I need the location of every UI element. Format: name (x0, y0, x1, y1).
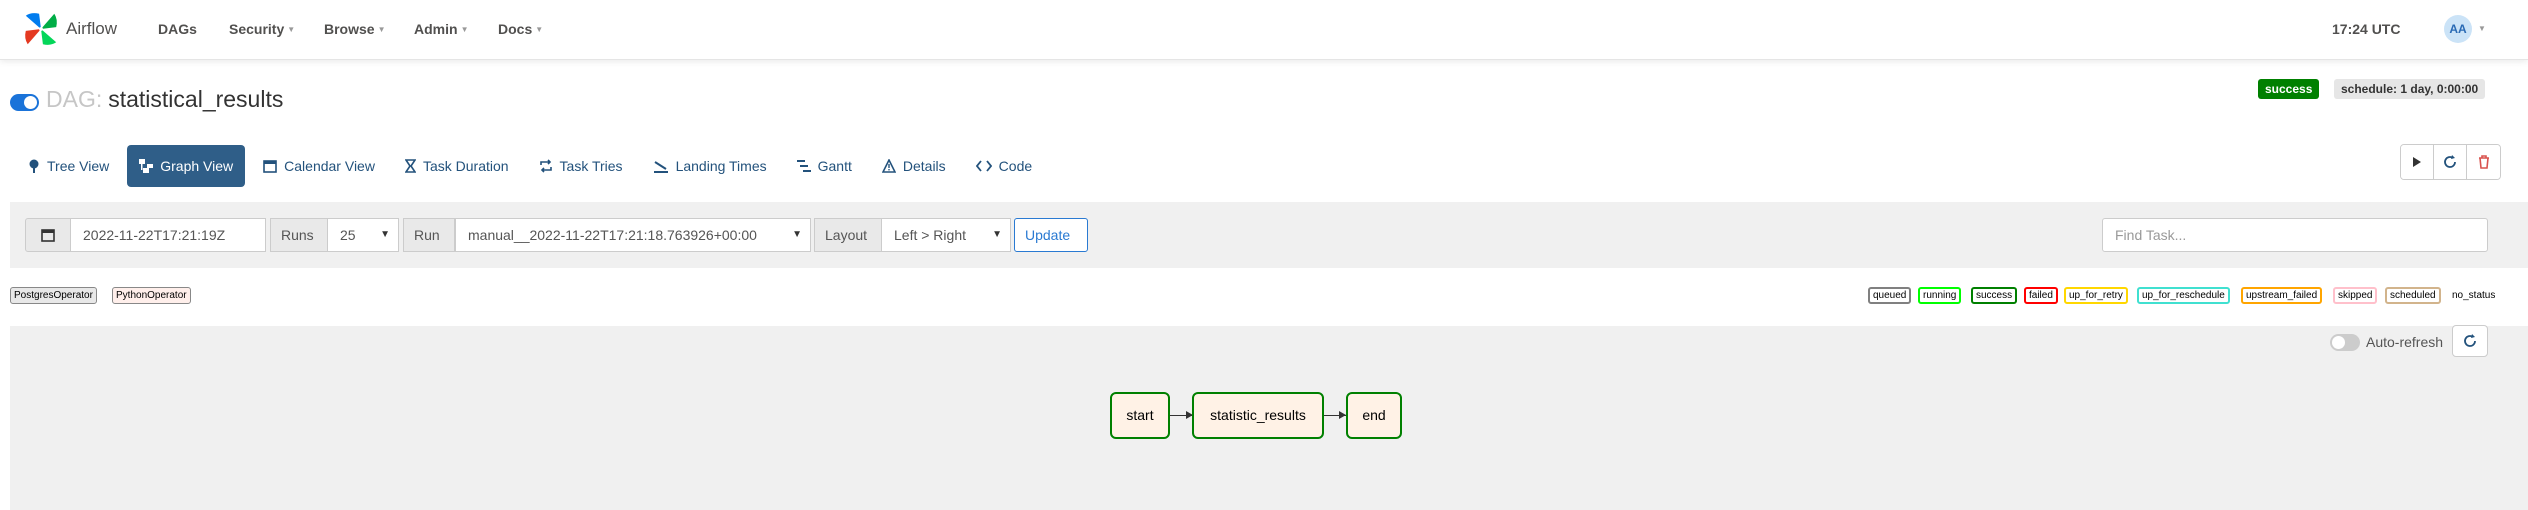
nav-browse[interactable]: Browse ▼ (324, 0, 386, 58)
refresh-dag-button[interactable] (2434, 145, 2467, 179)
schedule-badge: schedule: 1 day, 0:00:00 (2334, 79, 2486, 99)
task-node-start[interactable]: start (1110, 392, 1170, 439)
airflow-pinwheel-icon (25, 13, 57, 45)
calendar-icon (263, 160, 277, 173)
dag-name: statistical_results (108, 86, 284, 112)
arrow-icon (1339, 411, 1346, 419)
runs-select[interactable]: 25 ▼ (327, 218, 399, 252)
refresh-icon (2464, 334, 2476, 347)
operator-legend-python: PythonOperator (112, 287, 191, 304)
user-avatar[interactable]: AA (2444, 15, 2472, 43)
navbar: Airflow DAGs Security ▼ Browse ▼ Admin ▼ Do… (0, 0, 2528, 60)
tab-task-tries[interactable]: Task Tries (527, 145, 635, 187)
graph-refresh-button[interactable] (2452, 325, 2488, 357)
landing-icon (653, 161, 668, 173)
retry-icon (539, 159, 552, 173)
update-button[interactable]: Update (1014, 218, 1088, 252)
page-title: DAG: statistical_results (46, 86, 283, 113)
utc-clock[interactable]: 17:24 UTC (2332, 0, 2400, 58)
state-legend-upstream-failed: upstream_failed (2241, 287, 2323, 304)
state-legend-up-for-reschedule: up_for_reschedule (2137, 287, 2230, 304)
operator-legend-postgres: PostgresOperator (10, 287, 97, 304)
nav-docs[interactable]: Docs ▼ (498, 0, 543, 58)
layout-label: Layout (814, 218, 882, 252)
runs-label: Runs (270, 218, 328, 252)
play-icon (2413, 157, 2421, 167)
state-legend-queued: queued (1868, 287, 1912, 304)
tab-gantt[interactable]: Gantt (785, 145, 864, 187)
chevron-down-icon: ▼ (992, 229, 1002, 240)
task-node-statistic-results[interactable]: statistic_results (1192, 392, 1324, 439)
gantt-icon (796, 160, 811, 172)
tab-calendar-view[interactable]: Calendar View (251, 145, 387, 187)
run-select[interactable]: manual__2022-11-22T17:21:18.763926+00:00… (455, 218, 811, 252)
layout-select[interactable]: Left > Right ▼ (881, 218, 1011, 252)
run-label: Run (403, 218, 455, 252)
state-legend-failed: failed (2024, 287, 2058, 304)
nav-admin[interactable]: Admin ▼ (414, 0, 468, 58)
nav-dags[interactable]: DAGs (158, 0, 197, 58)
trash-icon (2478, 155, 2489, 169)
graph-icon (139, 159, 154, 173)
view-tabs: Tree View Graph View Calendar View Task … (16, 145, 1050, 187)
nav-security[interactable]: Security ▼ (229, 0, 295, 58)
status-badge: success (2258, 79, 2320, 99)
brand-name: Airflow (66, 19, 118, 38)
chevron-down-icon: ▼ (287, 25, 296, 34)
state-legend-skipped: skipped (2333, 287, 2378, 304)
base-date-input[interactable]: 2022-11-22T17:21:19Z (70, 218, 266, 252)
chevron-down-icon: ▼ (792, 229, 802, 240)
base-date-picker-button[interactable] (25, 218, 71, 252)
trigger-dag-button[interactable] (2401, 145, 2434, 179)
dag-actions (2400, 144, 2501, 180)
tree-icon (29, 159, 39, 173)
chevron-down-icon: ▼ (377, 25, 386, 34)
state-legend-up-for-retry: up_for_retry (2064, 287, 2128, 304)
calendar-icon (41, 229, 55, 242)
auto-refresh-switch[interactable] (2330, 333, 2360, 351)
hourglass-icon (404, 159, 416, 173)
auto-refresh-label: Auto-refresh (2366, 334, 2444, 350)
tab-landing-times[interactable]: Landing Times (641, 145, 779, 187)
auto-refresh-toggle[interactable]: Auto-refresh (2330, 333, 2443, 351)
chevron-down-icon: ▼ (460, 25, 469, 34)
tab-task-duration[interactable]: Task Duration (393, 145, 521, 187)
delete-dag-button[interactable] (2467, 145, 2500, 179)
chevron-down-icon[interactable]: ▼ (2478, 0, 2486, 58)
refresh-icon (2444, 155, 2456, 168)
tab-code[interactable]: Code (964, 145, 1044, 187)
find-task-input[interactable]: Find Task... (2102, 218, 2488, 252)
chevron-down-icon: ▼ (380, 229, 390, 240)
state-legend-scheduled: scheduled (2385, 287, 2441, 304)
state-legend-running: running (1918, 287, 1962, 304)
state-legend-success: success (1971, 287, 2018, 304)
dag-pause-toggle[interactable] (10, 94, 39, 111)
details-icon (881, 159, 896, 173)
task-node-end[interactable]: end (1346, 392, 1402, 439)
tab-details[interactable]: Details (870, 145, 958, 187)
tab-tree-view[interactable]: Tree View (16, 145, 121, 187)
state-legend-no-status: no_status (2447, 287, 2501, 304)
brand-logo-link[interactable]: Airflow (22, 4, 117, 54)
code-icon (975, 160, 992, 172)
tab-graph-view[interactable]: Graph View (127, 145, 246, 187)
dag-prefix: DAG: (46, 86, 103, 112)
chevron-down-icon: ▼ (535, 25, 544, 34)
